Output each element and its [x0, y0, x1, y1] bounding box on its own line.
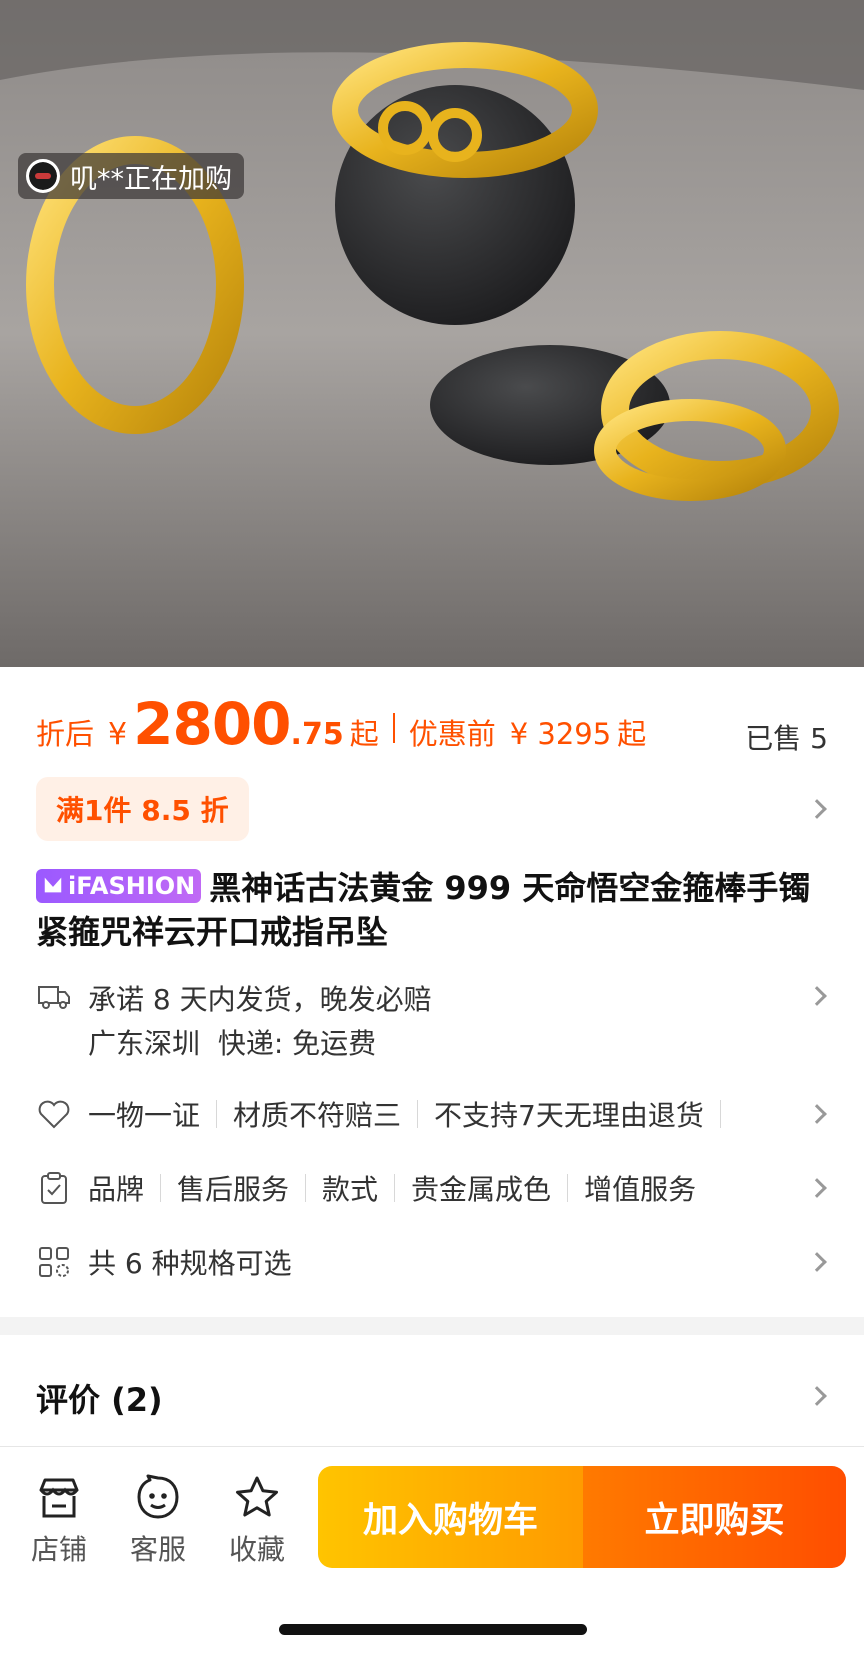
price-divider [392, 713, 395, 743]
add-to-cart-button[interactable]: 加入购物车 [318, 1466, 583, 1568]
brand-badge-text: iFASHION [68, 872, 196, 900]
original-price-label: 优惠前 [408, 717, 496, 751]
specs-label: 共 6 种规格可选 [88, 1247, 292, 1280]
original-price-suffix: 起 [617, 717, 647, 751]
divider [394, 1174, 396, 1202]
discount-tag: 满1件 8.5 折 [36, 777, 249, 841]
buyer-avatar [26, 159, 60, 193]
chevron-right-icon [807, 1252, 827, 1272]
favorite-button[interactable]: 收藏 [222, 1474, 292, 1568]
brand-badge: iFASHION [36, 869, 202, 903]
section-divider [0, 1317, 864, 1335]
heart-logo-icon [44, 877, 62, 893]
chevron-right-icon [807, 986, 827, 1006]
store-icon [39, 1478, 79, 1518]
buyer-toast-text: 叽**正在加购 [70, 163, 232, 195]
params-row[interactable]: 品牌 售后服务 款式 贵金属成色 增值服务 [36, 1168, 828, 1208]
star-icon [236, 1476, 278, 1517]
favorite-label: 收藏 [228, 1533, 285, 1566]
customer-service-button[interactable]: 客服 [123, 1474, 193, 1568]
guarantee-item: 材质不符赔三 [233, 1099, 402, 1132]
truck-icon [38, 986, 70, 1009]
shipping-location: 广东深圳 [88, 1027, 201, 1060]
chat-face-icon [137, 1474, 179, 1519]
reviews-row[interactable]: 评价 (2) [0, 1365, 864, 1425]
price-row: 折后 ¥ 2800 .75 起 优惠前 ¥ 3295 起 [36, 690, 828, 766]
param-item: 贵金属成色 [411, 1173, 552, 1206]
param-item: 售后服务 [177, 1173, 290, 1206]
specs-row[interactable]: 共 6 种规格可选 [36, 1242, 828, 1282]
divider [305, 1174, 307, 1202]
reviews-label: 评价 (2) [36, 1381, 163, 1419]
divider [567, 1174, 569, 1202]
grid-icon [39, 1247, 69, 1277]
divider [216, 1100, 218, 1128]
divider [0, 1446, 864, 1447]
buyer-activity-toast: 叽**正在加购 [18, 153, 244, 199]
price-integer: 2800 [133, 690, 291, 758]
product-image[interactable]: 叽**正在加购 [0, 0, 864, 667]
service-label: 客服 [129, 1533, 186, 1566]
price-prefix: 折后 [36, 717, 95, 751]
original-price-value: ¥ 3295 [509, 717, 612, 751]
home-indicator[interactable] [279, 1624, 587, 1635]
param-item: 增值服务 [584, 1173, 697, 1206]
price-decimal: .75 [290, 717, 344, 752]
chevron-right-icon [807, 1386, 827, 1406]
buy-now-button[interactable]: 立即购买 [583, 1466, 846, 1568]
chevron-right-icon [807, 1178, 827, 1198]
shipping-promise: 承诺 8 天内发货，晚发必赔 [88, 983, 432, 1016]
price-currency: ¥ [108, 717, 128, 752]
product-photo-illustration [0, 0, 864, 667]
chevron-right-icon [807, 1104, 827, 1124]
guarantee-item: 一物一证 [88, 1099, 201, 1132]
product-title: iFASHION 黑神话古法黄金 999 天命悟空金箍棒手镯紧箍咒祥云开口戒指吊坠 [36, 866, 826, 954]
price-suffix: 起 [349, 717, 379, 751]
param-item: 品牌 [88, 1173, 145, 1206]
store-label: 店铺 [30, 1533, 87, 1566]
chevron-right-icon [807, 799, 827, 819]
discount-row[interactable]: 满1件 8.5 折 [0, 777, 864, 841]
shipping-origin: 广东深圳 快递: 免运费 [88, 1022, 376, 1062]
heart-tag-icon [38, 1100, 70, 1129]
divider [160, 1174, 162, 1202]
store-button[interactable]: 店铺 [24, 1474, 94, 1568]
shipping-express: 快递: 免运费 [217, 1027, 377, 1060]
divider [417, 1100, 419, 1128]
guarantee-row[interactable]: 一物一证 材质不符赔三 不支持7天无理由退货 [36, 1094, 828, 1134]
shipping-row[interactable]: 承诺 8 天内发货，晚发必赔 广东深圳 快递: 免运费 [36, 978, 828, 1068]
guarantee-item: 不支持7天无理由退货 [434, 1099, 704, 1132]
clipboard-check-icon [41, 1172, 67, 1204]
divider [719, 1100, 721, 1128]
param-item: 款式 [322, 1173, 379, 1206]
sold-count: 已售 5 [745, 722, 828, 755]
